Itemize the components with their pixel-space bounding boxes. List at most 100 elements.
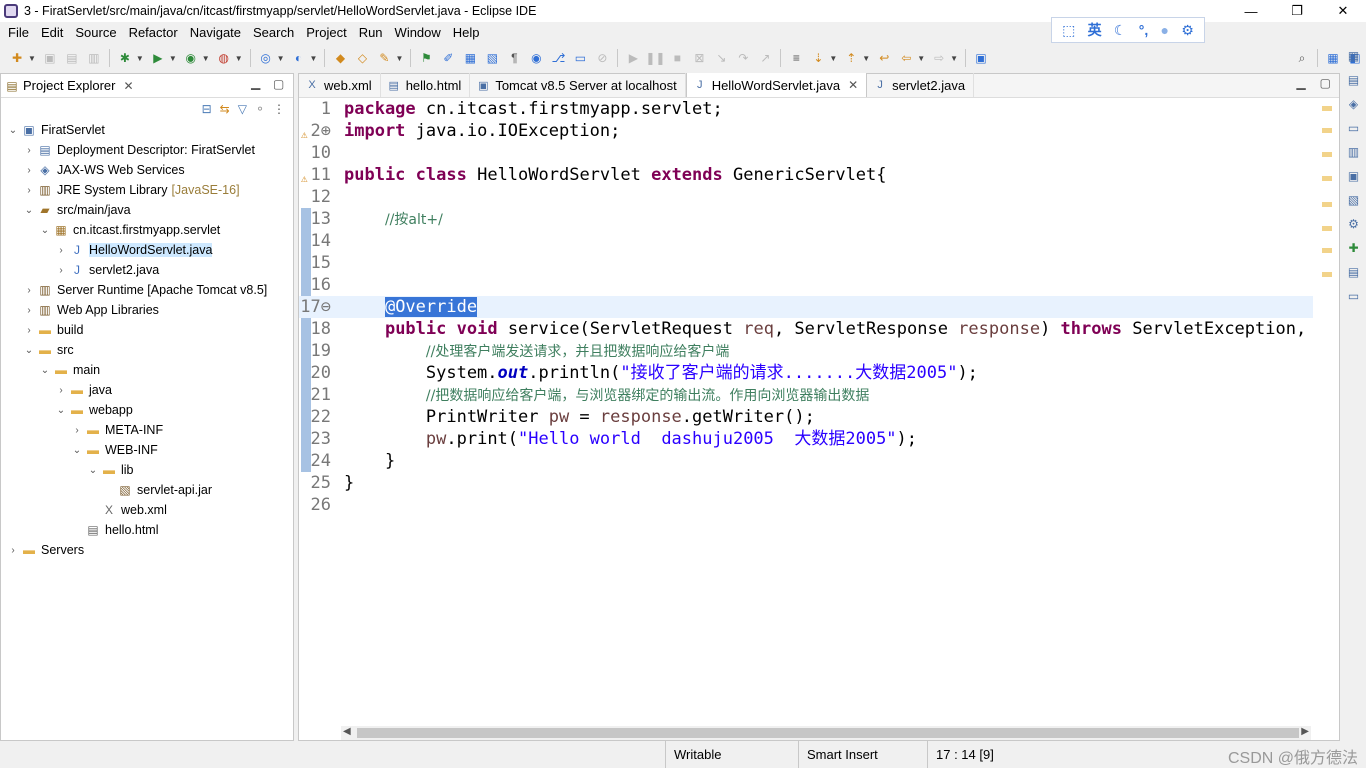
collapsed-twisty-icon[interactable]: › (7, 545, 19, 556)
menu-edit[interactable]: Edit (35, 25, 69, 40)
snippets-view-icon[interactable]: ✚ (1346, 240, 1362, 256)
code-line[interactable]: 13 //按alt+/ (299, 208, 1313, 230)
editor-tab[interactable]: Xweb.xml (299, 73, 381, 97)
code-text[interactable]: package cn.itcast.firstmyapp.servlet; (344, 98, 723, 120)
filter-icon[interactable]: ▽ (238, 102, 247, 116)
expanded-twisty-icon[interactable]: ⌄ (55, 405, 67, 416)
tree-item[interactable]: ▤ hello.html (1, 520, 293, 540)
code-line[interactable]: 21 //把数据响应给客户端，与浏览器绑定的输出流。作用向浏览器输出数据 (299, 384, 1313, 406)
horizontal-scroll-thumb[interactable] (357, 728, 1299, 738)
minimize-view-icon[interactable]: ▁ (251, 76, 260, 90)
overview-marker[interactable] (1322, 226, 1332, 231)
code-line[interactable]: 22 PrintWriter pw = response.getWriter()… (299, 406, 1313, 428)
overview-marker[interactable] (1322, 176, 1332, 181)
suspend-icon[interactable]: ❚❚ (645, 49, 665, 67)
back-dropdown-icon[interactable]: ▼ (917, 54, 925, 63)
status-cursor-position[interactable]: 17 : 14 [9] (927, 741, 1047, 768)
menu-run[interactable]: Run (353, 25, 389, 40)
code-editor[interactable]: 1 package cn.itcast.firstmyapp.servlet; 2⊕… (299, 98, 1313, 726)
tree-item[interactable]: › ◈ JAX-WS Web Services (1, 160, 293, 180)
overview-marker[interactable] (1322, 152, 1332, 157)
next-annotation-dropdown-icon[interactable]: ▼ (829, 54, 837, 63)
data-source-icon[interactable]: ⚙ (1346, 216, 1362, 232)
editor-tab[interactable]: ▣ Tomcat v8.5 Server at localhost (470, 73, 686, 97)
step-over-icon[interactable]: ↷ (734, 49, 752, 67)
outline-view-icon[interactable]: ▦ (1346, 48, 1362, 64)
close-button[interactable]: ✕ (1320, 0, 1366, 22)
scroll-left-icon[interactable]: ◀ (343, 726, 351, 737)
code-line[interactable]: 1 package cn.itcast.firstmyapp.servlet; (299, 98, 1313, 120)
debug-dropdown-icon[interactable]: ▼ (136, 54, 144, 63)
open-task-icon[interactable]: ◇ (353, 49, 371, 67)
collapsed-twisty-icon[interactable]: › (55, 245, 67, 256)
new-icon[interactable]: ✚ (8, 49, 26, 67)
overview-marker[interactable] (1322, 272, 1332, 277)
terminal-view-icon[interactable]: ▭ (1346, 288, 1362, 304)
run-icon[interactable]: ▶ (149, 49, 167, 67)
markers-view-icon[interactable]: ▤ (1346, 264, 1362, 280)
forward-icon[interactable]: ⇨ (930, 49, 948, 67)
pin-editor-icon[interactable]: ▣ (972, 49, 990, 67)
new-web-dropdown-icon[interactable]: ▼ (310, 54, 318, 63)
tree-item[interactable]: › ▥ Web App Libraries (1, 300, 293, 320)
menu-source[interactable]: Source (69, 25, 122, 40)
code-line[interactable]: 24 } (299, 450, 1313, 472)
forward-dropdown-icon[interactable]: ▼ (950, 54, 958, 63)
collapsed-twisty-icon[interactable]: › (23, 325, 35, 336)
expanded-twisty-icon[interactable]: ⌄ (87, 465, 99, 476)
toggle-breadcrumb-icon[interactable]: ▦ (461, 49, 479, 67)
code-line[interactable]: 15 (299, 252, 1313, 274)
code-text[interactable]: //处理客户端发送请求，并且把数据响应给客户端 (344, 340, 729, 363)
tree-item[interactable]: ⌄ ▦ cn.itcast.firstmyapp.servlet (1, 220, 293, 240)
step-return-icon[interactable]: ↗ (756, 49, 774, 67)
new-server-icon[interactable]: ◎ (257, 49, 275, 67)
link-with-editor-icon[interactable]: ⇆ (220, 102, 230, 116)
coverage-dropdown-icon[interactable]: ▼ (202, 54, 210, 63)
expanded-twisty-icon[interactable]: ⌄ (39, 225, 51, 236)
print-icon[interactable]: ▥ (85, 49, 103, 67)
open-resource-dropdown-icon[interactable]: ▼ (395, 54, 403, 63)
horizontal-scrollbar[interactable]: ◀ ▶ (341, 726, 1311, 740)
collapsed-twisty-icon[interactable]: › (23, 285, 35, 296)
toggle-mark-occurrences-icon[interactable]: ✐ (439, 49, 457, 67)
collapsed-twisty-icon[interactable]: › (23, 145, 35, 156)
ime-toggle-icon[interactable]: ⬚ (1062, 22, 1075, 39)
collapse-all-icon[interactable]: ⊟ (202, 102, 212, 116)
new-server-dropdown-icon[interactable]: ▼ (277, 54, 285, 63)
tree-item[interactable]: ⌄ ▬ webapp (1, 400, 293, 420)
overview-marker[interactable] (1322, 106, 1332, 111)
menu-search[interactable]: Search (247, 25, 300, 40)
open-type-icon[interactable]: ◆ (331, 49, 349, 67)
code-text[interactable]: public void service(ServletRequest req, … (344, 318, 1313, 340)
code-line[interactable]: 18 public void service(ServletRequest re… (299, 318, 1313, 340)
code-line[interactable]: 10 (299, 142, 1313, 164)
show-whitespace-icon[interactable]: ¶ (505, 49, 523, 67)
minimize-button[interactable]: — (1228, 0, 1274, 22)
maximize-editor-icon[interactable]: ▢ (1320, 76, 1331, 90)
restore-button[interactable]: ❐ (1274, 0, 1320, 22)
tree-item[interactable]: ⌄ ▬ main (1, 360, 293, 380)
block-selection-icon[interactable]: ▧ (483, 49, 501, 67)
ime-punctuation-icon[interactable]: °, (1139, 22, 1149, 38)
expanded-twisty-icon[interactable]: ⌄ (23, 345, 35, 356)
search-icon[interactable]: ⚑ (417, 49, 435, 67)
close-tab-icon[interactable]: ✕ (848, 78, 858, 92)
tree-item[interactable]: › ▬ Servers (1, 540, 293, 560)
save-icon[interactable]: ▣ (41, 49, 59, 67)
collapsed-twisty-icon[interactable]: › (23, 165, 35, 176)
code-line[interactable]: 26 (299, 494, 1313, 516)
code-text[interactable]: PrintWriter pw = response.getWriter(); (344, 406, 815, 428)
close-view-icon[interactable]: ✕ (123, 79, 133, 93)
tree-item[interactable]: › ▬ java (1, 380, 293, 400)
tree-item[interactable]: › J HelloWordServlet.java (1, 240, 293, 260)
run-dropdown-icon[interactable]: ▼ (169, 54, 177, 63)
expanded-twisty-icon[interactable]: ⌄ (7, 125, 19, 136)
properties-view-icon[interactable]: ▧ (1346, 192, 1362, 208)
menu-help[interactable]: Help (447, 25, 486, 40)
open-resource-icon[interactable]: ✎ (375, 49, 393, 67)
ime-user-icon[interactable]: ● (1160, 22, 1168, 38)
menu-window[interactable]: Window (389, 25, 447, 40)
web-browser-icon[interactable]: ◉ (527, 49, 545, 67)
tree-item[interactable]: Xweb.xml (1, 500, 293, 520)
collapsed-twisty-icon[interactable]: › (71, 425, 83, 436)
